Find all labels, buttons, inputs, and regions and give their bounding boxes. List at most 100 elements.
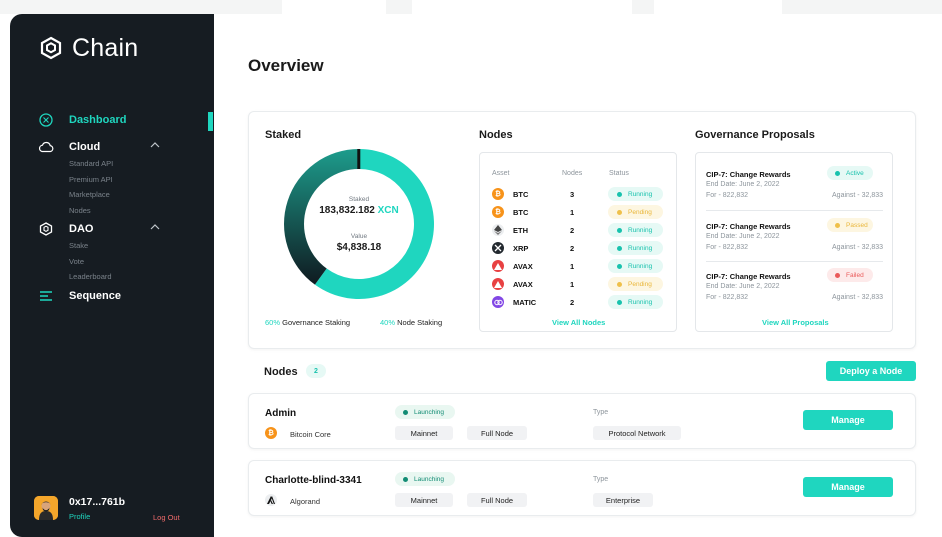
avax-icon	[492, 260, 504, 272]
asset-symbol: AVAX	[513, 280, 533, 289]
status-badge: Running	[608, 187, 663, 201]
status-text: Pending	[628, 208, 652, 216]
nav-dashboard[interactable]: Dashboard	[38, 112, 208, 128]
nodes-summary-title: Nodes	[479, 129, 513, 141]
btc-icon: ₿	[265, 427, 277, 439]
value-label: Value	[350, 233, 368, 240]
table-row[interactable]: ₿ BTC 3 Running	[480, 186, 678, 204]
nodes-section-title: Nodes	[264, 366, 298, 378]
node-card-charlotte: Charlotte-blind-3341 Algorand Launching …	[248, 460, 916, 516]
node-count: 1	[570, 208, 575, 217]
staked-donut: Staked 183,832.182 XCN Value $4,838.18	[284, 149, 434, 299]
node-count: 3	[570, 190, 575, 199]
profile-link[interactable]: Profile	[69, 512, 125, 521]
nav-leaderboard[interactable]: Leaderboard	[69, 269, 208, 285]
nav-nodes[interactable]: Nodes	[69, 203, 208, 219]
nav-standard-api[interactable]: Standard API	[69, 156, 208, 172]
nav-sequence[interactable]: Sequence	[38, 288, 208, 304]
avatar[interactable]	[34, 496, 58, 520]
nav-premium-api[interactable]: Premium API	[69, 172, 208, 188]
legend-governance-label: Governance Staking	[282, 318, 351, 327]
manage-button[interactable]: Manage	[803, 410, 893, 430]
nav-dao-label: DAO	[69, 223, 94, 235]
legend-governance: 60% Governance Staking	[265, 318, 350, 327]
node-status-badge: Launching	[395, 472, 455, 486]
asset-symbol: ETH	[513, 226, 528, 235]
node-card-admin: Admin ₿ Bitcoin Core Launching Mainnet F…	[248, 393, 916, 449]
node-client: Algorand	[290, 497, 321, 506]
view-all-proposals-link[interactable]: View All Proposals	[762, 318, 829, 327]
status-badge: Running	[608, 223, 663, 237]
status-text: Running	[628, 298, 653, 306]
btc-icon: ₿	[492, 188, 504, 200]
proposal-status: Failed	[846, 271, 864, 279]
view-all-nodes-link[interactable]: View All Nodes	[552, 318, 605, 327]
table-row[interactable]: AVAX 1 Running	[480, 258, 678, 276]
status-badge: Pending	[608, 277, 663, 291]
col-status: Status	[609, 170, 629, 177]
nav-dao[interactable]: DAO Stake Vote Leaderboard	[38, 221, 208, 285]
node-count: 2	[570, 298, 575, 307]
governance-list: CIP-7: Change Rewards Active End Date: J…	[695, 152, 893, 332]
proposal-title: CIP-7: Change Rewards	[706, 222, 791, 231]
proposal-end-date: End Date: June 2, 2022	[706, 233, 780, 240]
chevron-up-icon[interactable]	[150, 141, 160, 148]
status-text: Running	[628, 262, 653, 270]
table-row[interactable]: AVAX 1 Pending	[480, 276, 678, 294]
deploy-node-button[interactable]: Deploy a Node	[826, 361, 916, 381]
proposal-against: Against - 32,833	[832, 244, 883, 251]
asset-symbol: BTC	[513, 208, 529, 217]
divider	[706, 261, 883, 262]
proposal-item[interactable]: CIP-7: Change Rewards Active End Date: J…	[706, 165, 883, 221]
legend-governance-pct: 60%	[265, 318, 281, 327]
algorand-icon	[265, 494, 277, 506]
status-text: Running	[628, 190, 653, 198]
proposal-for: For - 822,832	[706, 244, 749, 251]
manage-button[interactable]: Manage	[803, 477, 893, 497]
divider	[706, 210, 883, 211]
proposal-item[interactable]: CIP-7: Change Rewards Passed End Date: J…	[706, 217, 883, 273]
node-status: Launching	[414, 475, 444, 483]
profile: 0x17...761b Profile	[34, 496, 125, 521]
status-text: Pending	[628, 280, 652, 288]
proposal-item[interactable]: CIP-7: Change Rewards Failed End Date: J…	[706, 267, 883, 323]
matic-icon	[492, 296, 504, 308]
table-row[interactable]: XRP 2 Running	[480, 240, 678, 258]
legend-node-pct: 40%	[380, 318, 396, 327]
logo[interactable]: Chain	[38, 34, 138, 63]
node-count: 1	[570, 280, 575, 289]
sequence-icon	[38, 288, 54, 304]
staked-amount-value: 183,832.182	[319, 205, 375, 216]
proposal-status-badge: Passed	[827, 218, 873, 232]
chevron-up-icon[interactable]	[150, 223, 160, 230]
asset-symbol: BTC	[513, 190, 529, 199]
status-badge: Running	[608, 241, 663, 255]
wallet-address: 0x17...761b	[69, 496, 126, 508]
asset-symbol: XRP	[513, 244, 529, 253]
nav-marketplace[interactable]: Marketplace	[69, 187, 208, 203]
logout-link[interactable]: Log Out	[153, 513, 180, 522]
nodes-table: Asset Nodes Status ₿ BTC 3 Running ₿ BTC…	[479, 152, 677, 332]
proposal-title: CIP-7: Change Rewards	[706, 272, 791, 281]
cloud-icon	[38, 139, 54, 155]
node-name: Charlotte-blind-3341	[265, 475, 362, 486]
proposal-status: Passed	[846, 221, 868, 229]
legend-node-label: Node Staking	[397, 318, 443, 327]
table-row[interactable]: MATIC 2 Running	[480, 294, 678, 312]
table-row[interactable]: ₿ BTC 1 Pending	[480, 204, 678, 222]
logo-text: Chain	[72, 34, 139, 62]
nodes-count-badge: 2	[306, 364, 326, 378]
page-title: Overview	[248, 56, 324, 75]
eth-icon	[492, 224, 504, 236]
nav-stake[interactable]: Stake	[69, 238, 208, 254]
nav-cloud[interactable]: Cloud Standard API Premium API Marketpla…	[38, 139, 208, 218]
node-kind-tag: Full Node	[467, 426, 527, 440]
nav-vote[interactable]: Vote	[69, 254, 208, 270]
btc-icon: ₿	[492, 206, 504, 218]
col-nodes: Nodes	[562, 170, 583, 177]
status-badge: Running	[608, 295, 663, 309]
nav-dashboard-label: Dashboard	[69, 114, 127, 126]
table-row[interactable]: ETH 2 Running	[480, 222, 678, 240]
sidebar: Chain Dashboard Cloud Standard API Premi…	[10, 14, 214, 537]
node-status: Launching	[414, 408, 444, 416]
